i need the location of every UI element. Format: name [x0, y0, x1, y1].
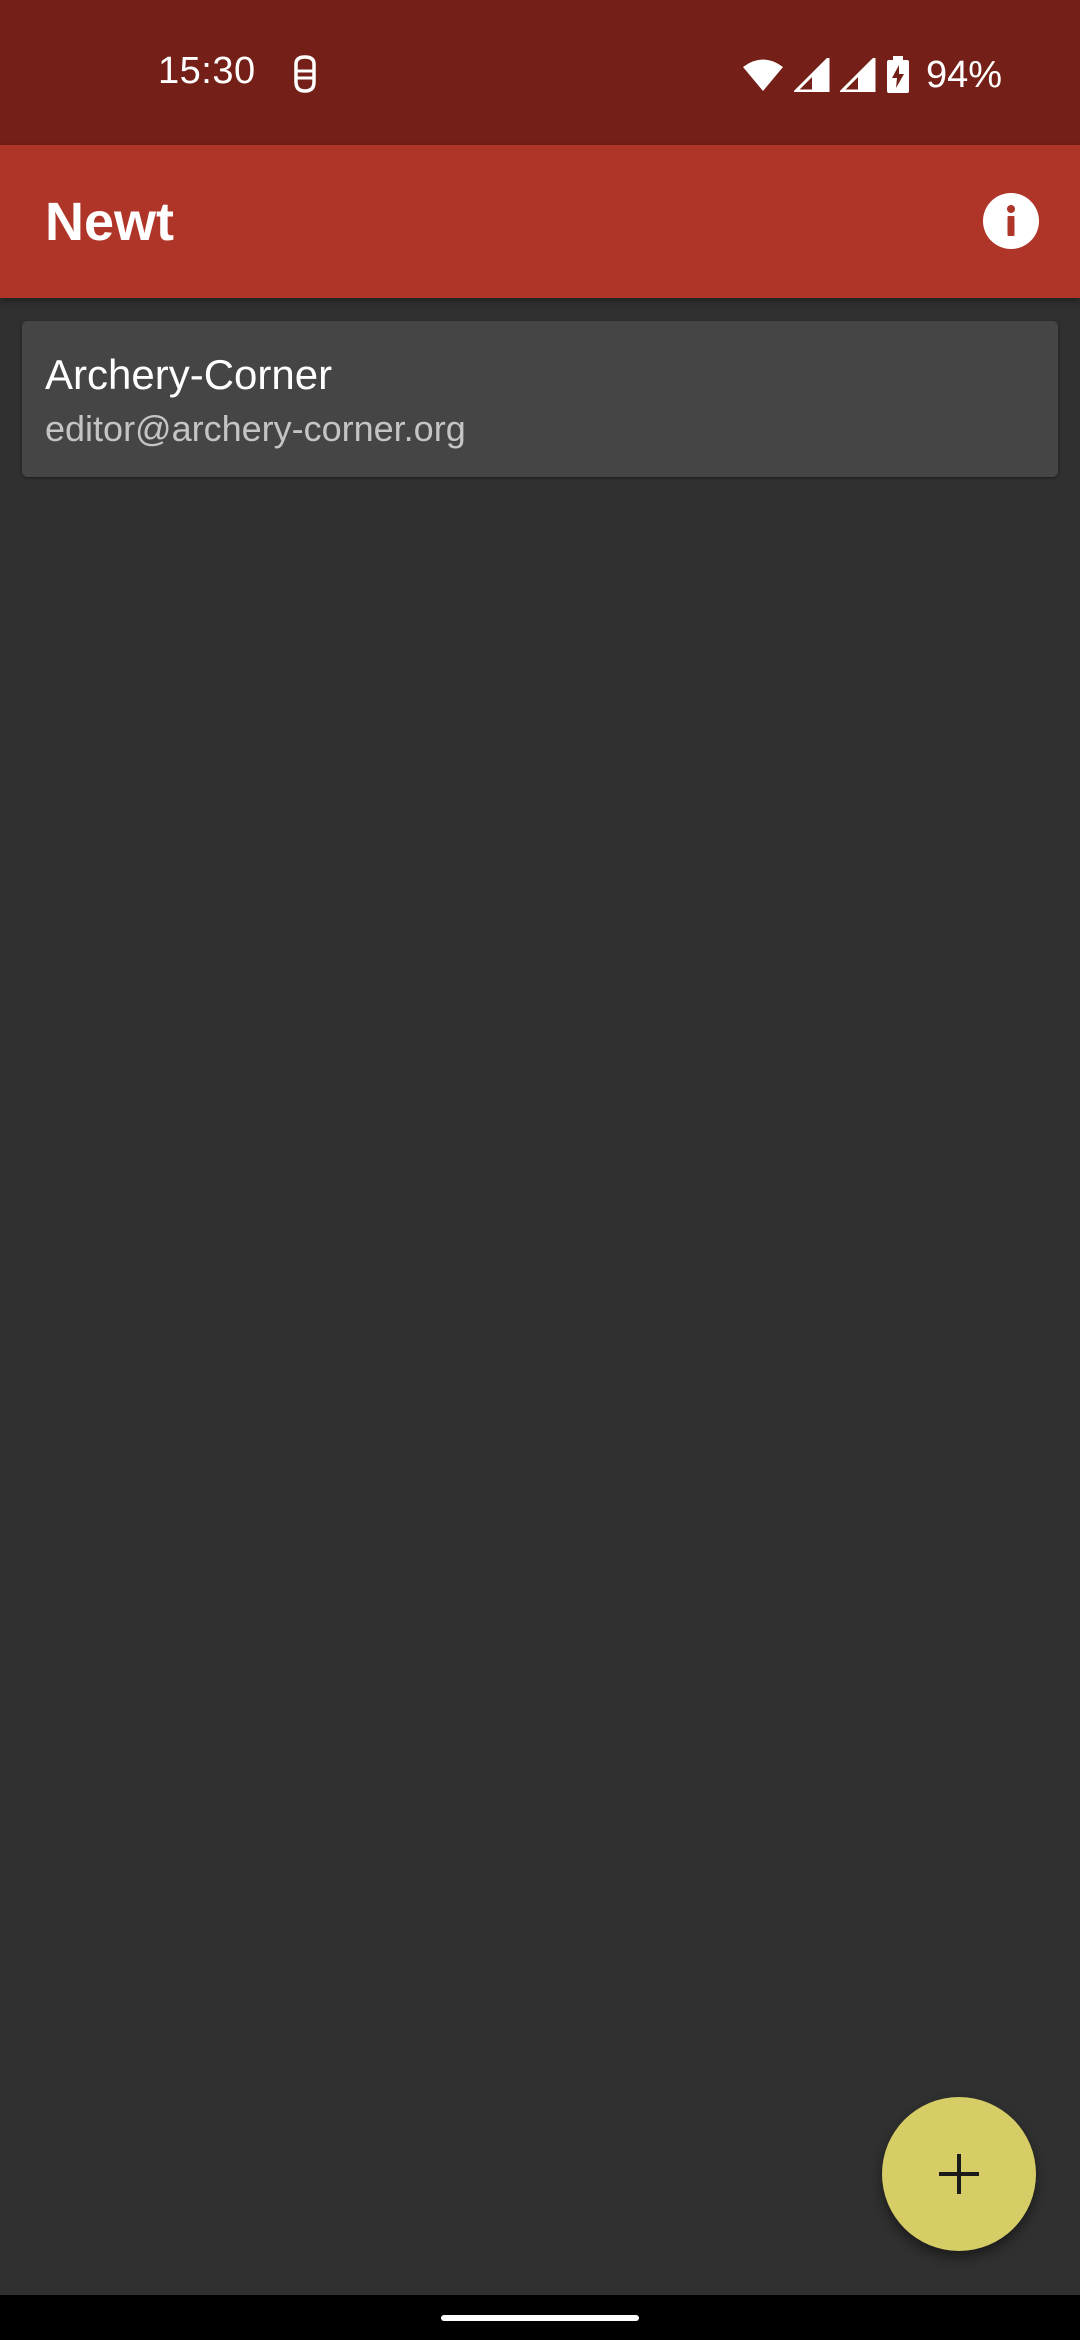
account-card[interactable]: Archery-Corner editor@archery-corner.org — [22, 321, 1058, 477]
cell-signal-icon — [793, 58, 830, 92]
status-right-group: 94% — [742, 50, 1002, 100]
account-email: editor@archery-corner.org — [45, 408, 466, 449]
status-time: 15:30 — [158, 50, 256, 92]
battery-percent: 94% — [925, 53, 1002, 96]
screen: 15:30 94% Newt Archery-Corner editor@arc… — [0, 0, 1080, 2340]
info-button[interactable] — [982, 192, 1040, 250]
status-bar: 15:30 94% — [0, 0, 1080, 145]
home-gesture-handle[interactable] — [441, 2315, 639, 2321]
cell-signal-icon — [839, 58, 876, 92]
wifi-icon — [742, 58, 784, 92]
info-icon — [983, 193, 1039, 249]
notification-app-icon — [288, 54, 322, 94]
account-name: Archery-Corner — [45, 351, 333, 398]
add-account-button[interactable] — [882, 2097, 1036, 2251]
battery-charging-icon — [886, 56, 910, 94]
plus-icon — [939, 2154, 979, 2194]
app-bar: Newt — [0, 145, 1080, 298]
navigation-bar — [0, 2295, 1080, 2340]
page-title: Newt — [45, 192, 175, 252]
